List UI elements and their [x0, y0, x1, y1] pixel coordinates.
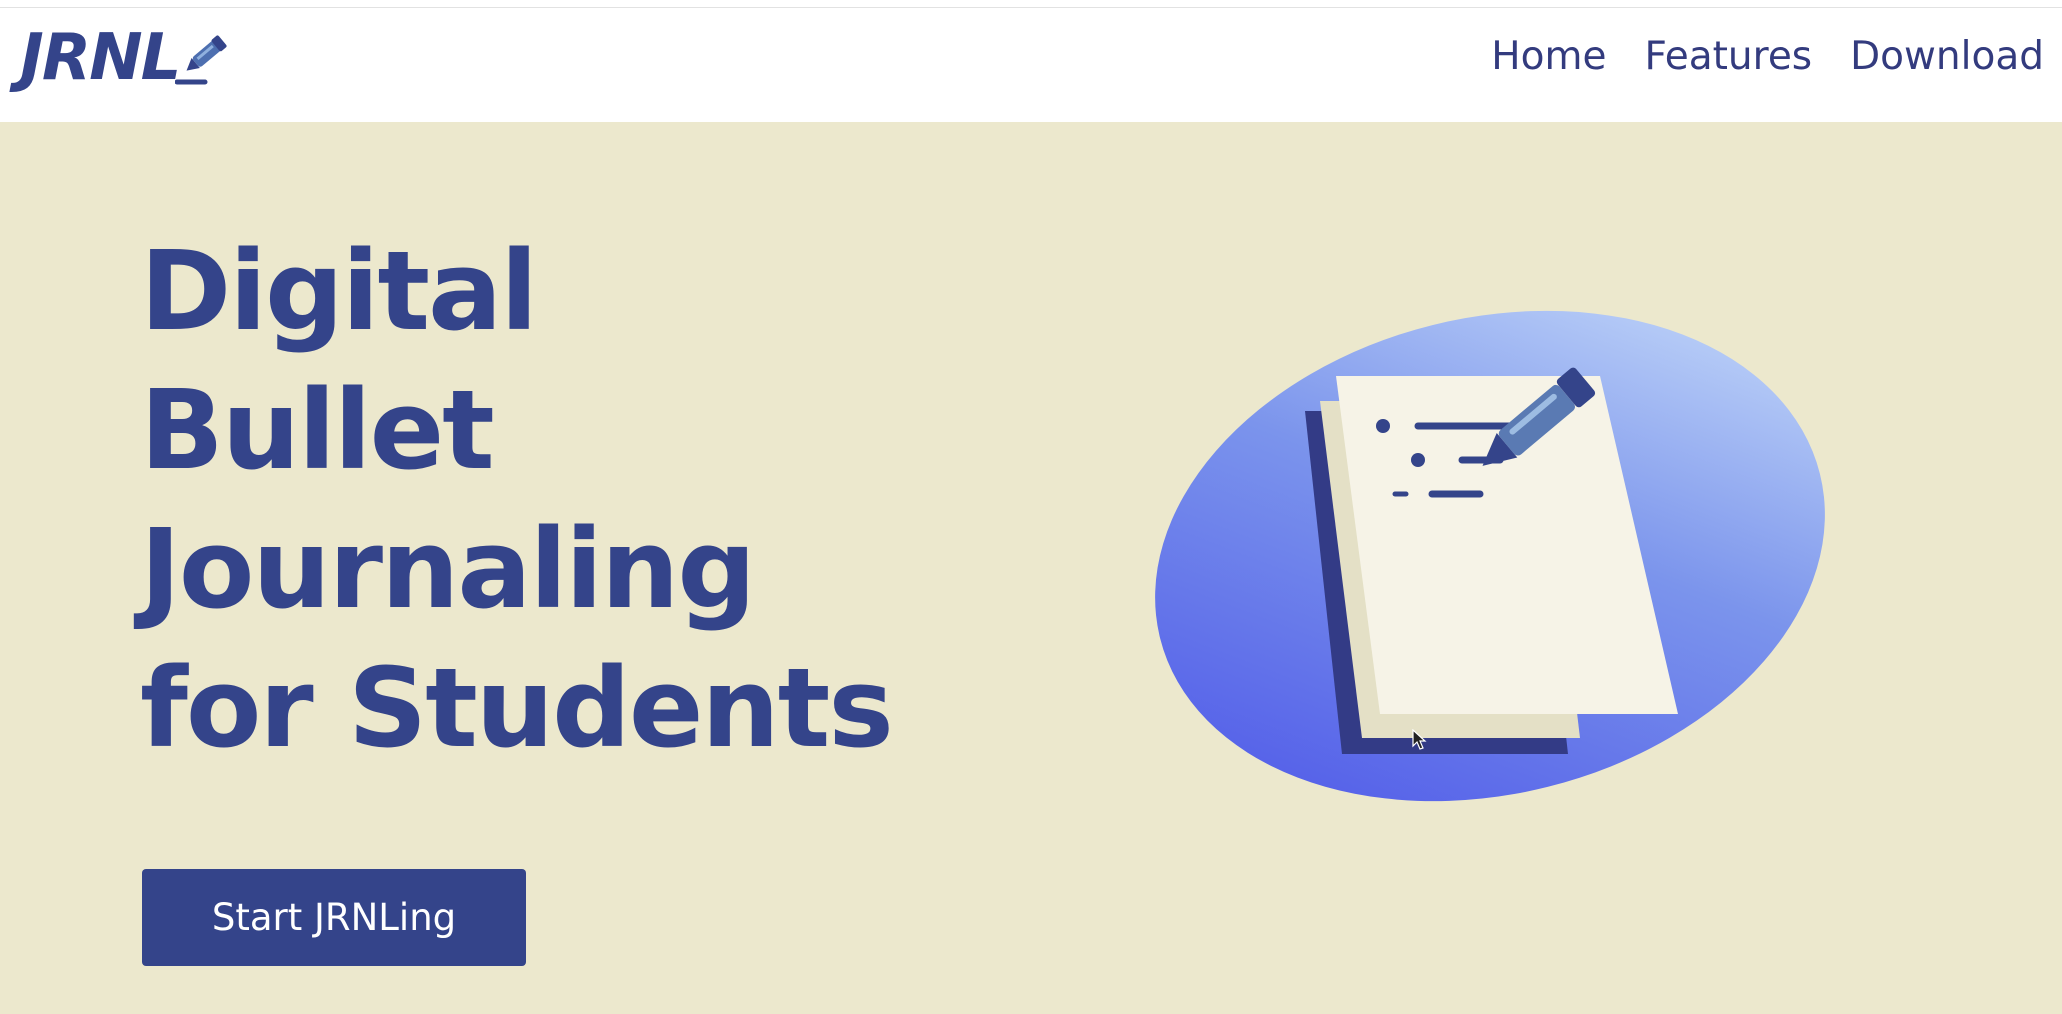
pen-icon	[175, 35, 227, 85]
nav-features-link[interactable]: Features	[1644, 34, 1812, 81]
hero-title-line: for Students	[140, 644, 894, 772]
start-jrnling-button[interactable]: Start JRNLing	[142, 869, 526, 966]
hero-title: Digital Bullet Journaling for Students	[140, 222, 894, 778]
mouse-cursor-icon	[1412, 729, 1427, 750]
nav-home-link[interactable]: Home	[1491, 34, 1606, 81]
nav-links: Home Features Download	[1491, 34, 2044, 81]
hero-title-line: Bullet	[140, 366, 495, 494]
navbar: JRNL Home Features Download	[0, 8, 2062, 122]
hero-title-line: Journaling	[140, 505, 756, 633]
logo[interactable]: JRNL	[20, 24, 237, 90]
hero-title-line: Digital	[140, 227, 538, 355]
notebook-pen-illustration	[1155, 310, 1825, 802]
logo-text: JRNL	[20, 21, 181, 95]
nav-download-link[interactable]: Download	[1850, 34, 2044, 81]
top-edge	[0, 0, 2062, 8]
